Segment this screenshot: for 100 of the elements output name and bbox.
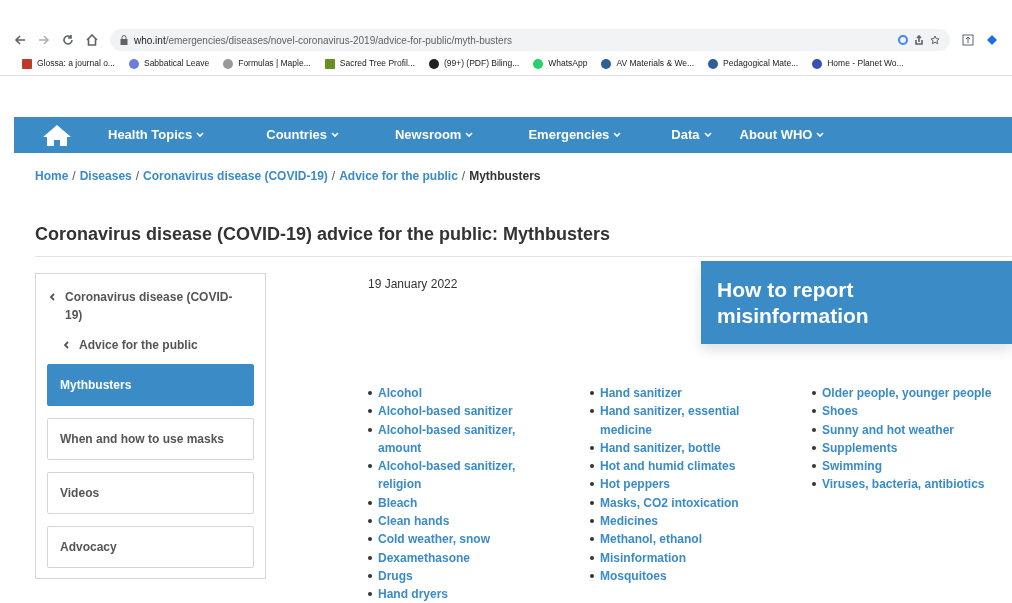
bullet — [368, 537, 372, 542]
topic-link[interactable]: Cold weather, snow — [378, 530, 491, 549]
breadcrumb-link[interactable]: Home — [35, 167, 69, 185]
sidebar-item[interactable]: Mythbusters — [47, 364, 254, 406]
topic-link[interactable]: Alcohol — [378, 384, 422, 403]
bullet — [590, 573, 594, 578]
bullet — [368, 427, 372, 432]
bookmark[interactable]: AV Materials & We... — [601, 57, 695, 70]
topic-link[interactable]: Hand sanitizer, bottle — [600, 438, 721, 458]
breadcrumb-separator: / — [331, 168, 336, 185]
breadcrumb-current: Mythbusters — [469, 168, 541, 185]
bookmark[interactable]: Sabbatical Leave — [128, 57, 210, 70]
chevron-down-icon[interactable] — [330, 132, 339, 138]
bullet — [368, 519, 372, 524]
topic-link[interactable]: Older people, younger people — [822, 384, 992, 403]
chevron-down-icon[interactable] — [196, 132, 205, 138]
topic-link[interactable]: Mosquitoes — [600, 566, 667, 586]
url-text: who.int/emergencies/diseases/novel-coronavirus-2019/advice-for-public/myth-busters — [134, 33, 512, 48]
diamond-icon[interactable] — [986, 34, 998, 46]
bookmark-icon — [223, 58, 234, 69]
back-link[interactable]: Coronavirus disease (COVID-19) — [47, 288, 254, 324]
topic-link[interactable]: Bleach — [378, 493, 418, 513]
topic-link[interactable]: Swimming — [822, 457, 882, 476]
nav-item[interactable]: Countries — [266, 125, 339, 145]
topic-link[interactable]: Methanol, ethanol — [600, 530, 702, 549]
topic-link[interactable]: Alcohol-based sanitizer — [378, 402, 513, 421]
chevron-down-icon[interactable] — [613, 132, 622, 138]
bullet — [812, 445, 816, 450]
bullet — [590, 482, 594, 487]
bullet — [812, 464, 816, 469]
breadcrumb-separator: / — [72, 168, 76, 185]
breadcrumb-link[interactable]: Advice for the public — [339, 167, 458, 185]
nav-item[interactable]: Newsroom — [394, 125, 474, 145]
nav-item[interactable]: Health Topics — [108, 125, 205, 145]
topic-link[interactable]: Misinformation — [600, 548, 686, 567]
sidebar-item[interactable]: When and how to use masks — [47, 418, 254, 460]
date-text: 19 January 2022 — [368, 276, 458, 293]
breadcrumb-link[interactable]: Coronavirus disease (COVID-19) — [143, 167, 328, 185]
bullet — [368, 409, 372, 414]
back-link[interactable]: Advice for the public — [61, 336, 254, 354]
bullet — [368, 464, 372, 469]
topic-link[interactable]: Sunny and hot weather — [822, 420, 954, 439]
address-bar[interactable]: who.int/emergencies/diseases/novel-coronavirus-2019/advice-for-public/myth-busters — [110, 29, 950, 51]
topic-link[interactable]: Alcohol-based sanitizer, religion — [378, 457, 560, 494]
bullet — [590, 519, 594, 524]
bullet — [812, 427, 816, 432]
bookmark[interactable]: Formulas | Maple... — [223, 57, 311, 70]
nav-item[interactable]: Data — [671, 125, 712, 145]
nav-item[interactable]: About WHO — [739, 125, 825, 145]
topic-link[interactable]: Hand sanitizer — [600, 384, 683, 403]
bookmark[interactable]: Home - Planet Wo... — [812, 57, 904, 70]
topic-link[interactable]: Hand sanitizer, essential medicine — [600, 402, 782, 439]
topic-link[interactable]: Masks, CO2 intoxication — [600, 493, 739, 513]
bullet — [590, 391, 594, 395]
bullet — [368, 391, 372, 395]
topic-link[interactable]: Hot peppers — [600, 475, 670, 494]
bookmark-icon — [22, 58, 32, 69]
share-icon[interactable] — [914, 35, 924, 45]
star-icon[interactable] — [930, 35, 940, 45]
topic-link[interactable]: Viruses, bacteria, antibiotics — [822, 475, 985, 494]
report-misinformation-banner[interactable]: How to report misinformation — [701, 261, 1012, 344]
sidebar-item[interactable]: Videos — [47, 472, 254, 514]
nav-item[interactable]: Emergencies — [528, 125, 622, 145]
breadcrumb-link[interactable]: Diseases — [79, 167, 132, 185]
bookmark-icon — [428, 58, 439, 69]
chevron-down-icon[interactable] — [816, 132, 825, 138]
bullet — [812, 482, 816, 487]
bookmark[interactable]: (99+) (PDF) Biling... — [428, 57, 520, 70]
bullet — [812, 409, 816, 414]
topic-link[interactable]: Supplements — [822, 438, 898, 458]
lock-icon[interactable] — [120, 35, 128, 45]
topic-link[interactable]: Alcohol-based sanitizer, amount — [378, 420, 560, 458]
page-title: Coronavirus disease (COVID-19) advice for the public: Mythbusters — [35, 221, 1012, 257]
bookmark[interactable]: Pedagogical Mate... — [708, 57, 799, 70]
bullet — [368, 573, 372, 578]
bullet — [590, 537, 594, 542]
topic-link[interactable]: Hand dryers — [378, 585, 449, 603]
topic-link[interactable]: Hot and humid climates — [600, 457, 736, 476]
bookmark-icon — [533, 58, 544, 69]
bookmark-icon — [128, 58, 139, 69]
topic-link[interactable]: Shoes — [822, 402, 858, 421]
reload-icon[interactable] — [62, 34, 74, 46]
bullet — [368, 500, 372, 505]
topic-link[interactable]: Clean hands — [378, 512, 450, 531]
bookmark[interactable]: WhatsApp — [533, 57, 588, 70]
home-icon[interactable] — [86, 34, 98, 46]
bullet — [590, 464, 594, 469]
bullet — [590, 500, 594, 505]
topic-link[interactable]: Medicines — [600, 512, 659, 531]
bookmark[interactable]: Glossa: a journal o... — [22, 57, 115, 70]
bookmark[interactable]: Sacred Tree Profil... — [324, 57, 415, 70]
sidebar-item[interactable]: Advocacy — [47, 526, 254, 568]
topic-link[interactable]: Dexamethasone — [378, 548, 471, 567]
chevron-down-icon[interactable] — [465, 132, 474, 138]
chevron-down-icon[interactable] — [703, 132, 712, 138]
topic-link[interactable]: Drugs — [378, 566, 413, 586]
bullet — [812, 391, 816, 395]
bookmark-icon — [708, 58, 719, 69]
home-icon[interactable] — [42, 123, 72, 147]
back-icon[interactable] — [14, 34, 26, 46]
